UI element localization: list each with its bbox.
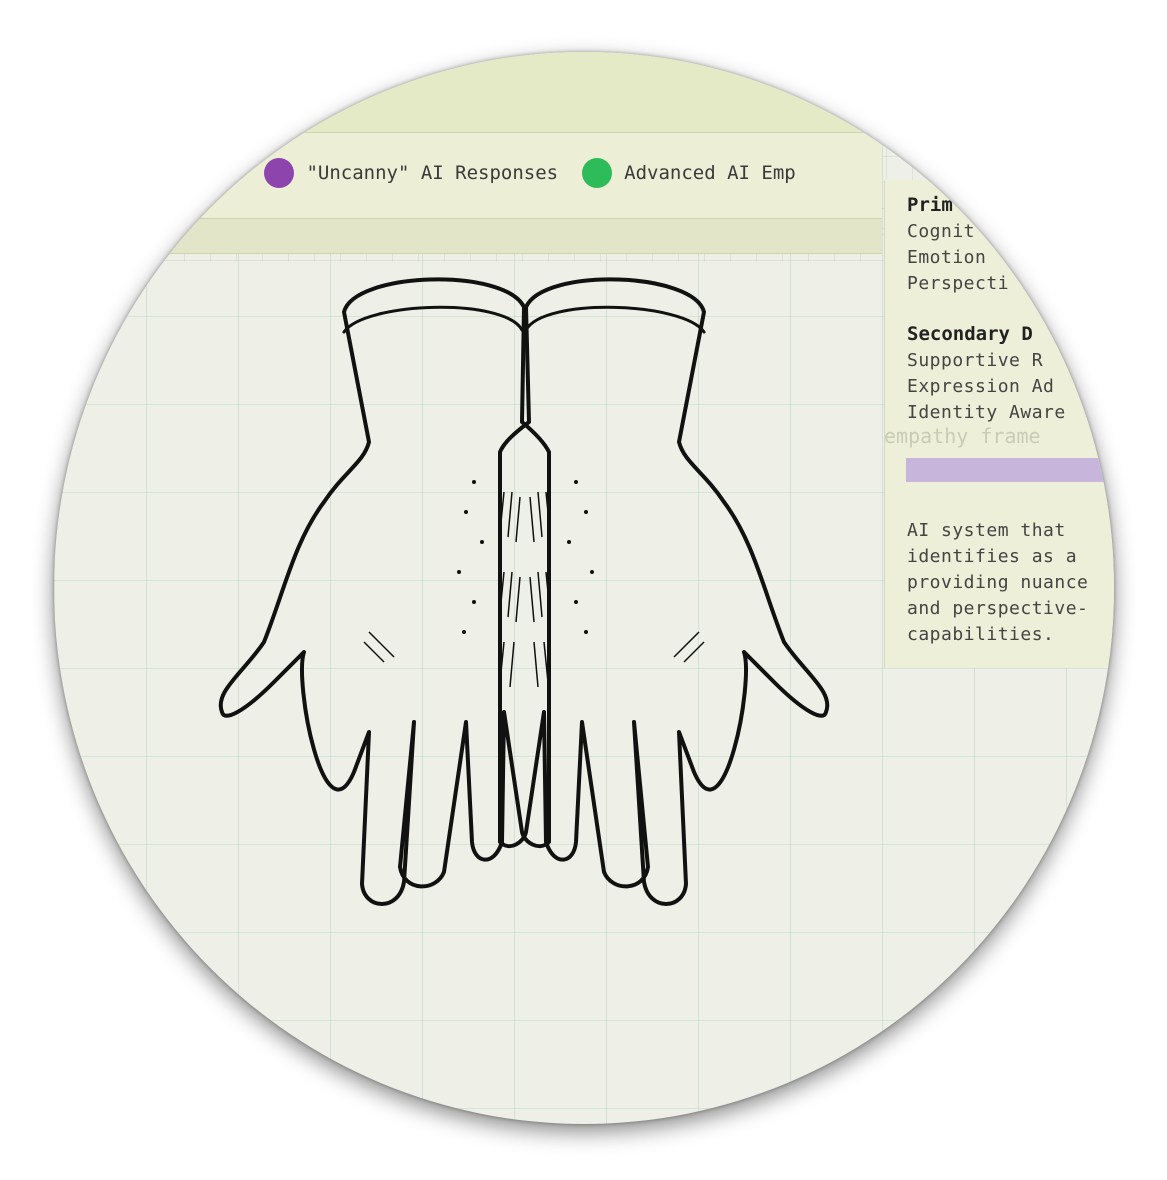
description-line: providing nuance	[907, 572, 1089, 593]
legend-item-partial: s	[229, 162, 240, 184]
open-hands-illustration	[218, 277, 830, 906]
circular-photo-frame: s "Uncanny" AI Responses Advanced AI Emp…	[54, 52, 1114, 1124]
secondary-item: Supportive R	[907, 350, 1044, 371]
legend-strip: s "Uncanny" AI Responses Advanced AI Emp	[54, 52, 882, 254]
secondary-item: Identity Aware	[907, 402, 1066, 423]
legend-label: s	[229, 162, 241, 184]
purple-dot-icon	[264, 158, 295, 188]
palm-hatching	[363, 491, 705, 688]
primary-item: Perspecti	[907, 273, 1010, 294]
primary-item: Cognit	[907, 221, 976, 242]
legend-row: s "Uncanny" AI Responses Advanced AI Emp	[54, 148, 882, 198]
primary-item: Emotion	[907, 247, 987, 268]
secondary-item: Expression Ad	[907, 376, 1055, 397]
description-line: AI system that	[907, 520, 1066, 541]
legend-label: Advanced AI Emp	[624, 162, 796, 184]
palm-stipple	[457, 480, 594, 634]
green-dot-icon	[582, 158, 613, 188]
left-cuff	[342, 305, 524, 334]
description-line: identifies as a	[907, 546, 1078, 567]
primary-heading: Prim	[907, 194, 953, 216]
legend-lower-band	[54, 218, 882, 254]
faint-framework-title: empathy frame	[884, 424, 1041, 448]
description-line: capabilities.	[907, 624, 1055, 645]
empathy-bar	[906, 458, 1114, 482]
legend-item-uncanny: "Uncanny" AI Responses	[264, 158, 558, 188]
description-line: and perspective-	[907, 598, 1089, 619]
legend-upper-band	[54, 52, 882, 133]
secondary-heading: Secondary D	[907, 323, 1033, 345]
legend-label: "Uncanny" AI Responses	[306, 162, 559, 184]
right-cuff	[524, 305, 706, 334]
legend-item-advanced: Advanced AI Emp	[582, 158, 796, 188]
